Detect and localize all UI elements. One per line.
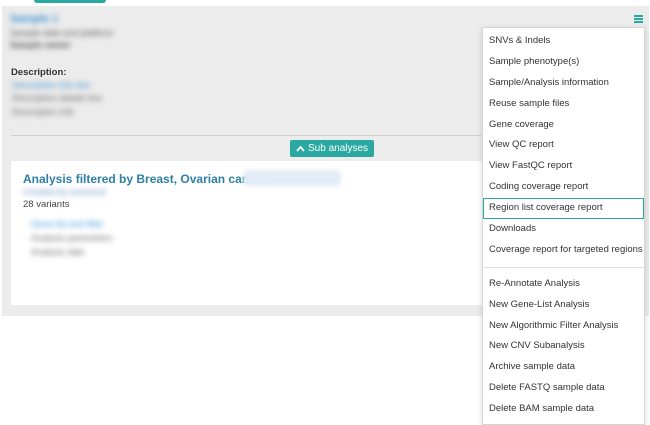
menu-item-region-list-coverage-report[interactable]: Region list coverage report [483, 198, 644, 220]
description-label: Description: [11, 67, 67, 78]
menu-item-gene-coverage[interactable]: Gene coverage [483, 115, 644, 136]
menu-item-view-qc-report[interactable]: View QC report [483, 135, 644, 156]
menu-bar [634, 21, 643, 23]
sample-meta: Sample date and platform [10, 28, 114, 38]
menu-group-views: SNVs & Indels Sample phenotype(s) Sample… [483, 28, 644, 261]
description-link[interactable]: Description link text [12, 80, 90, 90]
menu-item-new-cnv-subanalysis[interactable]: New CNV Subanalysis [483, 336, 644, 357]
menu-item-new-gene-list-analysis[interactable]: New Gene-List Analysis [483, 295, 644, 316]
divider [11, 135, 481, 136]
analysis-title[interactable]: Analysis filtered by Breast, Ovarian can… [23, 172, 267, 186]
menu-item-sample-analysis-info[interactable]: Sample/Analysis information [483, 73, 644, 94]
menu-separator [483, 266, 644, 268]
description-text-2: Description info [12, 107, 75, 117]
hamburger-menu-icon[interactable] [634, 15, 643, 23]
analysis-card: Analysis filtered by Breast, Ovarian can… [11, 161, 483, 305]
menu-item-view-fastqc-report[interactable]: View FastQC report [483, 156, 644, 177]
menu-item-reuse-sample-files[interactable]: Reuse sample files [483, 94, 644, 115]
menu-item-delete-fastq-sample-data[interactable]: Delete FASTQ sample data [483, 378, 644, 399]
menu-group-actions: Re-Annotate Analysis New Gene-List Analy… [483, 274, 644, 420]
analysis-gene-list[interactable]: Gene list and filter [31, 219, 104, 229]
menu-bar [634, 18, 643, 20]
analysis-date: Analysis date [31, 247, 85, 257]
actions-dropdown-menu: SNVs & Indels Sample phenotype(s) Sample… [482, 27, 645, 425]
chevron-up-icon [296, 145, 305, 152]
sub-analyses-label: Sub analyses [308, 143, 369, 154]
menu-item-archive-sample-data[interactable]: Archive sample data [483, 357, 644, 378]
variant-count: 28 variants [23, 199, 70, 210]
analysis-parameters: Analysis parameters [31, 233, 113, 243]
menu-item-coverage-targeted-regions[interactable]: Coverage report for targeted regions [483, 240, 644, 261]
sample-owner: Sample owner [10, 40, 72, 50]
active-tab-indicator[interactable] [34, 0, 106, 3]
description-text: Description details line [12, 93, 103, 103]
sub-analyses-button[interactable]: Sub analyses [290, 140, 375, 157]
menu-item-re-annotate-analysis[interactable]: Re-Annotate Analysis [483, 274, 644, 295]
menu-item-new-algorithmic-filter-analysis[interactable]: New Algorithmic Filter Analysis [483, 316, 644, 337]
menu-item-downloads[interactable]: Downloads [483, 219, 644, 240]
analysis-title-extra [243, 170, 341, 186]
menu-item-sample-phenotypes[interactable]: Sample phenotype(s) [483, 52, 644, 73]
menu-item-delete-bam-sample-data[interactable]: Delete BAM sample data [483, 399, 644, 420]
menu-bar [634, 15, 643, 17]
menu-item-coding-coverage-report[interactable]: Coding coverage report [483, 177, 644, 198]
sample-name[interactable]: Sample 1 [10, 13, 58, 25]
menu-item-snvs-indels[interactable]: SNVs & Indels [483, 31, 644, 52]
analysis-subtitle: Created by someone [23, 187, 107, 197]
